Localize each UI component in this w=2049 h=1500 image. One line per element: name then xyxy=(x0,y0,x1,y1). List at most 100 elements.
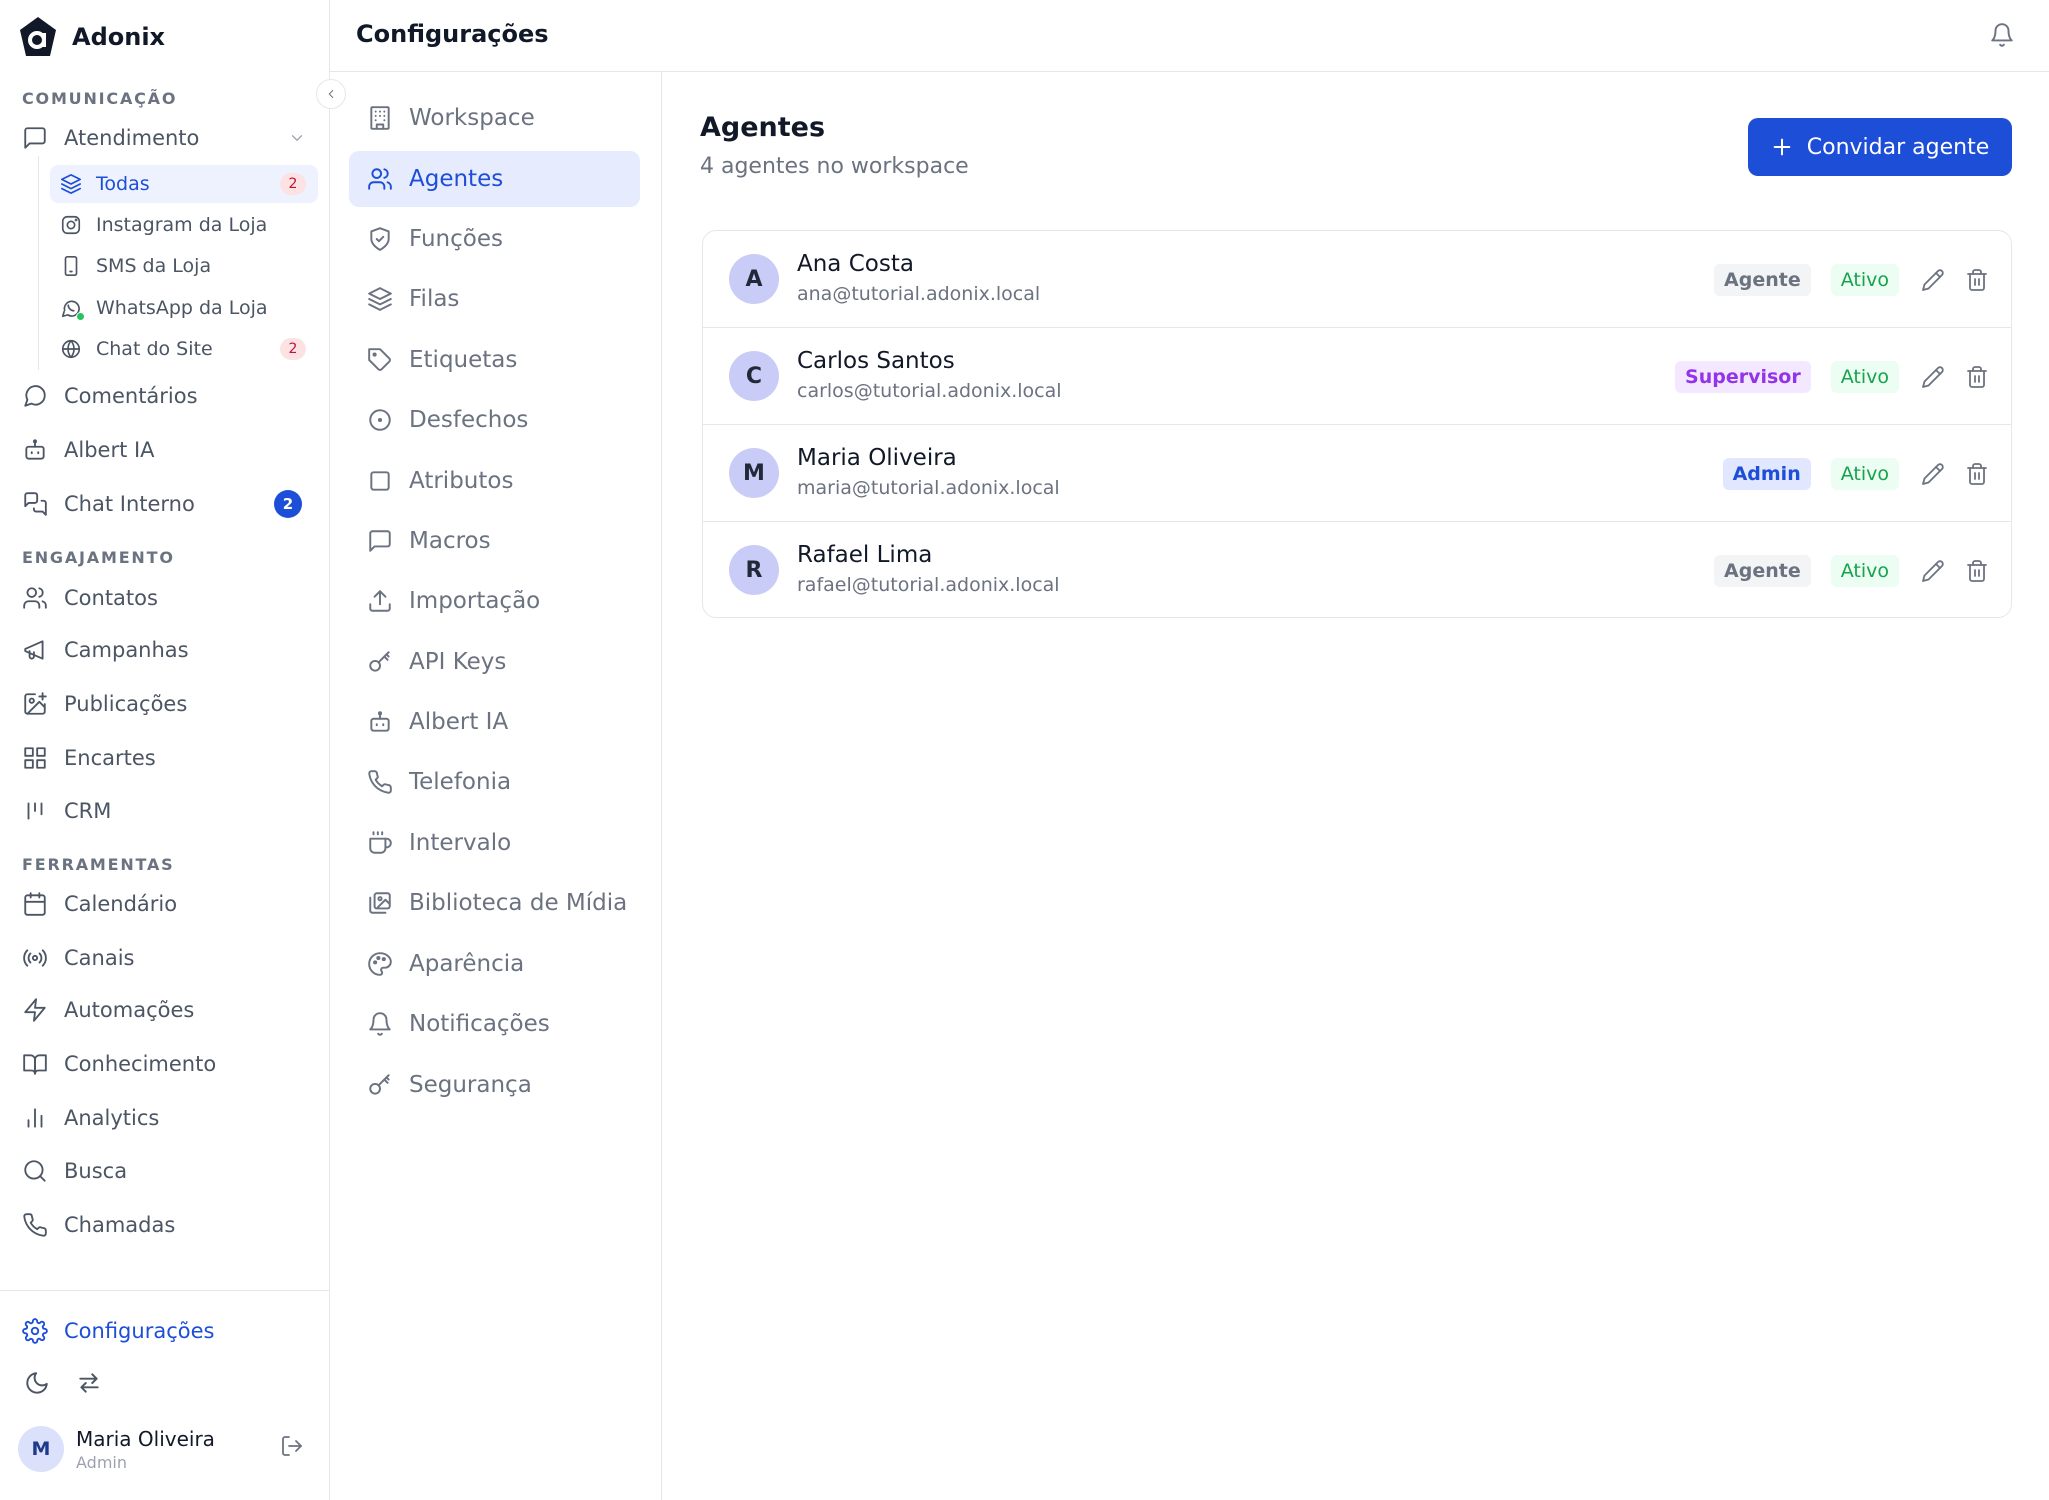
brand[interactable]: Adonix xyxy=(18,16,165,58)
sidebar-item-label: CRM xyxy=(64,799,112,823)
section-comunicacao: COMUNICAÇÃO xyxy=(22,89,178,108)
sidebar-item-automacoes[interactable]: Automações xyxy=(22,990,314,1030)
settings-item-workspace[interactable]: Workspace xyxy=(349,90,640,146)
message-square-icon xyxy=(22,125,48,151)
sidebar-item-chat-interno[interactable]: Chat Interno 2 xyxy=(22,484,314,524)
pencil-icon[interactable] xyxy=(1921,559,1945,583)
agent-name: Maria Oliveira xyxy=(797,445,957,471)
image-plus-icon xyxy=(22,691,48,717)
sidebar-item-label: Comentários xyxy=(64,384,198,408)
settings-item-api-keys[interactable]: API Keys xyxy=(349,634,640,690)
settings-item-label: Workspace xyxy=(409,105,535,131)
radio-icon xyxy=(22,945,48,971)
top-header: Configurações xyxy=(330,0,2049,72)
bell-icon[interactable] xyxy=(1989,22,2015,48)
sidebar-subitem-label: Todas xyxy=(96,173,150,195)
settings-item-desfechos[interactable]: Desfechos xyxy=(349,392,640,448)
book-icon xyxy=(22,1051,48,1077)
trash-icon[interactable] xyxy=(1965,268,1989,292)
sidebar-item-albert-ia[interactable]: Albert IA xyxy=(22,430,314,470)
status-badge: Ativo xyxy=(1830,457,1899,490)
collapse-sidebar-button[interactable] xyxy=(316,79,346,109)
sidebar-item-calendario[interactable]: Calendário xyxy=(22,884,314,924)
sidebar-item-analytics[interactable]: Analytics xyxy=(22,1098,314,1138)
sidebar-item-label: Automações xyxy=(64,998,195,1022)
pencil-icon[interactable] xyxy=(1921,365,1945,389)
settings-item-label: Albert IA xyxy=(409,709,509,735)
settings-item-etiquetas[interactable]: Etiquetas xyxy=(349,332,640,388)
settings-item-label: Aparência xyxy=(409,951,525,977)
switch-arrows-icon[interactable] xyxy=(76,1370,102,1396)
grid-icon xyxy=(22,745,48,771)
sidebar-item-label: Chat Interno xyxy=(64,492,195,516)
settings-item-label: Desfechos xyxy=(409,407,529,433)
settings-item-label: Notificações xyxy=(409,1011,550,1037)
trash-icon[interactable] xyxy=(1965,462,1989,486)
settings-item-filas[interactable]: Filas xyxy=(349,271,640,327)
settings-item-macros[interactable]: Macros xyxy=(349,513,640,569)
avatar: A xyxy=(729,254,779,304)
sidebar-item-encartes[interactable]: Encartes xyxy=(22,738,314,778)
tag-icon xyxy=(367,347,393,373)
sidebar-subitem-sms[interactable]: SMS da Loja xyxy=(50,247,318,285)
settings-item-albert-ia[interactable]: Albert IA xyxy=(349,694,640,750)
avatar: R xyxy=(729,545,779,595)
sidebar-item-label: Configurações xyxy=(64,1319,215,1343)
invite-agent-button[interactable]: Convidar agente xyxy=(1748,118,2012,176)
moon-icon[interactable] xyxy=(24,1370,50,1396)
agent-name: Carlos Santos xyxy=(797,348,955,374)
settings-item-aparencia[interactable]: Aparência xyxy=(349,936,640,992)
invite-agent-label: Convidar agente xyxy=(1806,134,1990,160)
settings-item-label: Importação xyxy=(409,588,541,614)
building-icon xyxy=(367,105,393,131)
settings-item-biblioteca-midia[interactable]: Biblioteca de Mídia xyxy=(349,875,640,931)
trash-icon[interactable] xyxy=(1965,559,1989,583)
sidebar-item-publicacoes[interactable]: Publicações xyxy=(22,684,314,724)
square-icon xyxy=(367,468,393,494)
sidebar-item-campanhas[interactable]: Campanhas xyxy=(22,630,314,670)
user-profile[interactable]: M Maria Oliveira Admin xyxy=(18,1424,318,1474)
settings-item-label: Filas xyxy=(409,286,460,312)
sidebar-subitem-whatsapp[interactable]: WhatsApp da Loja xyxy=(50,289,318,327)
sidebar-item-busca[interactable]: Busca xyxy=(22,1151,314,1191)
settings-item-notificacoes[interactable]: Notificações xyxy=(349,996,640,1052)
settings-nav: Workspace Agentes Funções Filas Etiqueta… xyxy=(330,72,662,1500)
shield-icon xyxy=(367,226,393,252)
sidebar-item-configuracoes[interactable]: Configurações xyxy=(22,1311,314,1351)
role-badge: Supervisor xyxy=(1675,360,1811,393)
circle-dot-icon xyxy=(367,407,393,433)
megaphone-icon xyxy=(22,637,48,663)
sidebar-subitem-todas[interactable]: Todas 2 xyxy=(50,165,318,203)
sidebar-subitem-label: WhatsApp da Loja xyxy=(96,297,268,319)
sidebar-item-comentarios[interactable]: Comentários xyxy=(22,376,314,416)
sidebar-subitem-chat-site[interactable]: Chat do Site 2 xyxy=(50,330,318,368)
sidebar-item-conhecimento[interactable]: Conhecimento xyxy=(22,1044,314,1084)
sidebar-item-crm[interactable]: CRM xyxy=(22,791,314,831)
app-name: Adonix xyxy=(72,23,166,51)
pencil-icon[interactable] xyxy=(1921,268,1945,292)
settings-item-telefonia[interactable]: Telefonia xyxy=(349,754,640,810)
settings-item-label: Intervalo xyxy=(409,830,512,856)
agent-name: Ana Costa xyxy=(797,251,914,277)
settings-item-importacao[interactable]: Importação xyxy=(349,573,640,629)
logout-icon[interactable] xyxy=(280,1434,304,1458)
settings-item-funcoes[interactable]: Funções xyxy=(349,211,640,267)
sidebar-item-canais[interactable]: Canais xyxy=(22,938,314,978)
settings-item-agentes[interactable]: Agentes xyxy=(349,151,640,207)
chevron-down-icon[interactable] xyxy=(288,129,306,147)
bot-icon xyxy=(367,709,393,735)
key-icon xyxy=(367,649,393,675)
trash-icon[interactable] xyxy=(1965,365,1989,389)
sidebar-subitem-instagram[interactable]: Instagram da Loja xyxy=(50,206,318,244)
settings-item-label: Funções xyxy=(409,226,503,252)
sidebar-item-atendimento[interactable]: Atendimento xyxy=(22,118,314,158)
settings-item-seguranca[interactable]: Segurança xyxy=(349,1057,640,1113)
pencil-icon[interactable] xyxy=(1921,462,1945,486)
sidebar-item-contatos[interactable]: Contatos xyxy=(22,578,314,618)
settings-item-intervalo[interactable]: Intervalo xyxy=(349,815,640,871)
settings-item-atributos[interactable]: Atributos xyxy=(349,453,640,509)
sidebar-item-chamadas[interactable]: Chamadas xyxy=(22,1205,314,1245)
section-ferramentas: FERRAMENTAS xyxy=(22,855,175,874)
settings-item-label: Agentes xyxy=(409,166,504,192)
section-title: Agentes xyxy=(700,112,826,143)
